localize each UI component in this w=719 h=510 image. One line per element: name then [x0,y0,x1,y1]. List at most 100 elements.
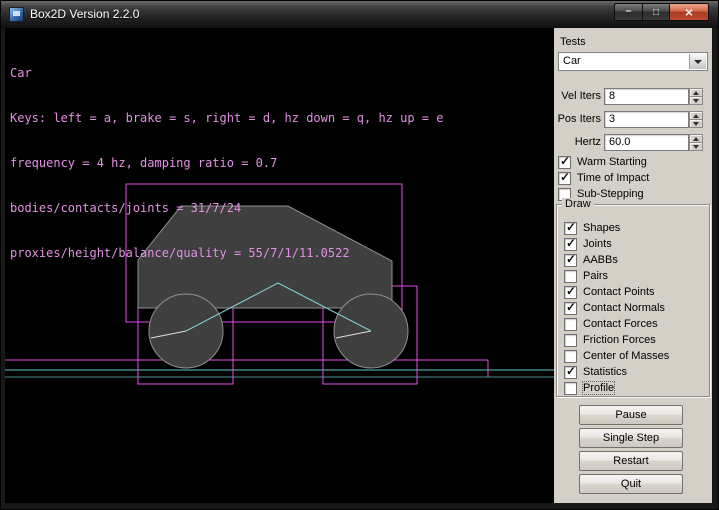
checkmark-icon: ✓ [566,220,576,234]
spin-up-button[interactable] [689,88,703,96]
checkbox-icon: ✓ [564,334,577,347]
quit-button[interactable]: Quit [579,474,683,494]
checkbox-label: Joints [583,238,612,250]
checkbox-icon: ✓ [564,350,577,363]
debug-text-overlay: Car Keys: left = a, brake = s, right = d… [10,36,443,291]
checkbox-pairs[interactable]: ✓ Pairs [564,269,608,283]
maximize-button[interactable]: □ [643,3,670,21]
tests-label: Tests [560,36,586,48]
checkmark-icon: ✓ [566,284,576,298]
pos-iters-input[interactable]: 3 [604,111,689,128]
checkbox-icon: ✓ [564,286,577,299]
arrow-up-icon [693,114,699,118]
hertz-stepper [689,134,703,151]
checkmark-icon: ✓ [560,170,570,184]
checkbox-joints[interactable]: ✓ Joints [564,237,612,251]
hertz-input[interactable]: 60.0 [604,134,689,151]
window-content: Car Keys: left = a, brake = s, right = d… [5,28,712,503]
spin-down-button[interactable] [689,119,703,128]
single-step-button-label: Single Step [603,432,659,444]
checkbox-shapes[interactable]: ✓ Shapes [564,221,620,235]
checkbox-icon: ✓ [564,382,577,395]
title-bar[interactable]: Box2D Version 2.2.0 – □ × [1,1,718,28]
vel-iters-stepper [689,88,703,105]
checkbox-label: Shapes [583,222,620,234]
checkbox-label: Statistics [583,366,627,378]
checkbox-label: Contact Points [583,286,655,298]
app-icon [9,7,24,22]
checkbox-profile[interactable]: ✓ Profile [564,381,614,395]
checkbox-icon: ✓ [558,156,571,169]
checkbox-icon: ✓ [564,222,577,235]
close-icon: × [685,4,693,20]
pause-button[interactable]: Pause [579,405,683,425]
hud-frequency-line: frequency = 4 hz, damping ratio = 0.7 [10,156,443,171]
hud-proxy-line: proxies/height/balance/quality = 55/7/1/… [10,246,443,261]
checkbox-contact-forces[interactable]: ✓ Contact Forces [564,317,658,331]
checkbox-label: Pairs [583,270,608,282]
arrow-down-icon [693,122,699,126]
close-button[interactable]: × [670,3,709,21]
checkbox-icon: ✓ [564,254,577,267]
checkmark-icon: ✓ [566,236,576,250]
minimize-button[interactable]: – [614,3,643,21]
pos-iters-label: Pos Iters [554,113,601,125]
hud-stats-line: bodies/contacts/joints = 31/7/24 [10,201,443,216]
dropdown-arrow-button[interactable] [689,54,706,69]
pos-iters-stepper [689,111,703,128]
spin-down-button[interactable] [689,96,703,105]
checkbox-contact-points[interactable]: ✓ Contact Points [564,285,655,299]
pause-button-label: Pause [615,409,646,421]
app-window: Box2D Version 2.2.0 – □ × [0,0,719,510]
arrow-down-icon [693,145,699,149]
window-controls: – □ × [614,3,709,21]
spin-down-button[interactable] [689,142,703,151]
vel-iters-row: Vel Iters 8 [554,88,712,105]
arrow-up-icon [693,137,699,141]
checkbox-contact-normals[interactable]: ✓ Contact Normals [564,301,665,315]
hertz-row: Hertz 60.0 [554,134,712,151]
hud-test-name: Car [10,66,443,81]
vel-iters-input[interactable]: 8 [604,88,689,105]
checkbox-statistics[interactable]: ✓ Statistics [564,365,627,379]
vel-iters-label: Vel Iters [554,90,601,102]
arrow-up-icon [693,91,699,95]
checkbox-label: Contact Forces [583,318,658,330]
checkbox-label: Contact Normals [583,302,665,314]
hud-keys-line: Keys: left = a, brake = s, right = d, hz… [10,111,443,126]
spin-up-button[interactable] [689,134,703,142]
checkmark-icon: ✓ [560,154,570,168]
checkbox-friction-forces[interactable]: ✓ Friction Forces [564,333,656,347]
checkbox-label: Time of Impact [577,172,649,184]
checkbox-icon: ✓ [564,366,577,379]
test-select-dropdown[interactable]: Car [558,52,708,71]
checkbox-label: Center of Masses [583,350,669,362]
single-step-button[interactable]: Single Step [579,428,683,448]
checkbox-icon: ✓ [564,238,577,251]
checkbox-icon: ✓ [564,270,577,283]
checkbox-warm-starting[interactable]: ✓ Warm Starting [558,155,647,169]
hertz-label: Hertz [554,136,601,148]
maximize-icon: □ [653,7,659,18]
checkbox-icon: ✓ [564,302,577,315]
minimize-icon: – [625,5,631,17]
checkbox-aabbs[interactable]: ✓ AABBs [564,253,618,267]
checkbox-icon: ✓ [564,318,577,331]
arrow-down-icon [693,99,699,103]
quit-button-label: Quit [621,478,641,490]
checkmark-icon: ✓ [566,252,576,266]
restart-button-label: Restart [613,455,648,467]
chevron-down-icon [694,60,702,64]
checkbox-center-of-masses[interactable]: ✓ Center of Masses [564,349,669,363]
checkmark-icon: ✓ [566,364,576,378]
simulation-canvas[interactable]: Car Keys: left = a, brake = s, right = d… [5,28,554,503]
checkbox-label: AABBs [583,254,618,266]
checkbox-time-of-impact[interactable]: ✓ Time of Impact [558,171,649,185]
checkbox-label: Friction Forces [583,334,656,346]
restart-button[interactable]: Restart [579,451,683,471]
spin-up-button[interactable] [689,111,703,119]
pos-iters-row: Pos Iters 3 [554,111,712,128]
control-panel: Tests Car Vel Iters 8 Pos Iters 3 [554,28,712,503]
checkmark-icon: ✓ [566,300,576,314]
window-title: Box2D Version 2.2.0 [30,7,139,21]
